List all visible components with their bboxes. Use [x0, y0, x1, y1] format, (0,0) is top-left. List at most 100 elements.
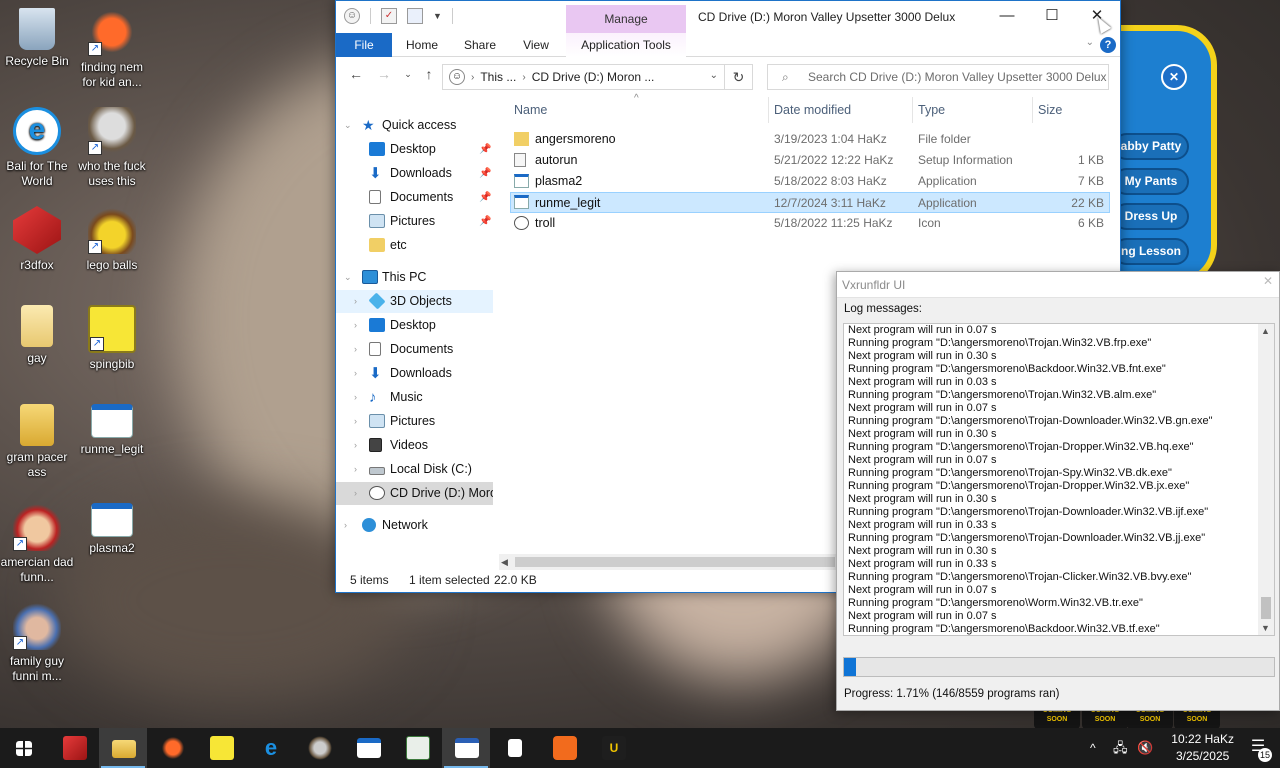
column-header-type[interactable]: Type [918, 97, 945, 123]
desktop-icon-plasma2[interactable]: plasma2 [75, 503, 149, 556]
up-arrow-icon[interactable]: ↑ [419, 66, 439, 82]
taskbar-spongebob[interactable] [197, 728, 245, 768]
expand-chevron-icon[interactable]: ⌄ [344, 266, 352, 289]
taskbar-file-explorer[interactable] [99, 728, 147, 768]
expand-chevron-icon[interactable]: › [354, 386, 357, 409]
nav-desktop[interactable]: › Desktop [336, 314, 493, 337]
scroll-left-arrow-icon[interactable]: ◀ [501, 554, 508, 570]
expand-chevron-icon[interactable]: › [354, 362, 357, 385]
file-row[interactable]: autorun 5/21/2022 12:22 HaKz Setup Infor… [510, 150, 1110, 171]
column-header-name[interactable]: Name [514, 97, 547, 123]
desktop-icon-spingbib[interactable]: ↗ spingbib [75, 305, 149, 372]
expand-chevron-icon[interactable]: › [354, 482, 357, 505]
nav-qa-pictures[interactable]: Pictures 📌 [336, 210, 493, 233]
network-icon[interactable]: 🖧 [1113, 728, 1128, 768]
nav-cd-drive[interactable]: › CD Drive (D:) Moron Valley Upsetter 30… [336, 482, 493, 505]
column-divider[interactable] [912, 97, 913, 123]
game-close-icon[interactable]: ✕ [1161, 64, 1187, 90]
pin-icon[interactable]: 📌 [479, 138, 491, 161]
log-textbox[interactable]: Next program will run in 0.07 s Running p… [843, 323, 1275, 636]
tab-file[interactable]: File [336, 33, 392, 57]
recent-locations-chevron-icon[interactable]: ⌄ [398, 69, 418, 80]
tab-application-tools[interactable]: Application Tools [566, 33, 686, 57]
expand-chevron-icon[interactable]: › [354, 410, 357, 433]
game-menu-button[interactable]: ng Lesson [1113, 238, 1189, 265]
nav-quick-access[interactable]: ⌄ ★ Quick access [336, 114, 493, 137]
column-divider[interactable] [1032, 97, 1033, 123]
desktop-icon-runme-legit[interactable]: runme_legit [75, 404, 149, 457]
tab-share[interactable]: Share [456, 33, 504, 57]
nav-3d-objects[interactable]: › 3D Objects [336, 290, 493, 313]
back-arrow-icon[interactable]: ← [346, 66, 366, 82]
breadcrumb-this-pc[interactable]: This ... [480, 70, 516, 84]
taskbar-task-manager[interactable] [393, 728, 441, 768]
expand-chevron-icon[interactable]: › [344, 514, 347, 537]
taskbar-gimp[interactable] [295, 728, 343, 768]
column-header-size[interactable]: Size [1038, 97, 1062, 123]
nav-music[interactable]: › ♪ Music [336, 386, 493, 409]
help-icon[interactable]: ? [1100, 37, 1116, 53]
desktop-icon-family-guy[interactable]: ↗ family guy funni m... [0, 602, 74, 684]
game-menu-button[interactable]: My Pants [1113, 168, 1189, 195]
start-button[interactable] [0, 728, 48, 768]
desktop-icon-amercian-dad[interactable]: ↗ amercian dad funn... [0, 503, 74, 585]
show-hidden-icons-chevron-icon[interactable]: ^ [1090, 728, 1096, 768]
nav-this-pc[interactable]: ⌄ This PC [336, 266, 493, 289]
expand-chevron-icon[interactable]: › [354, 290, 357, 313]
title-bar[interactable]: ☺ ✓ ▼ Manage CD Drive (D:) Moron Valley … [336, 1, 1120, 33]
vx-title-bar[interactable]: Vxrunfldr UI [837, 272, 1279, 298]
taskbar-finding-nem[interactable] [148, 728, 196, 768]
desktop-icon-bali[interactable]: e Bali for The World [0, 107, 74, 189]
nav-network[interactable]: › Network [336, 514, 493, 537]
column-header-date[interactable]: Date modified [774, 97, 851, 123]
new-folder-icon[interactable] [407, 8, 423, 24]
nav-videos[interactable]: › Videos [336, 434, 493, 457]
pin-icon[interactable]: 📌 [479, 162, 491, 185]
desktop-icon-gay[interactable]: gay [0, 305, 74, 366]
nav-downloads[interactable]: › ⬇ Downloads [336, 362, 493, 385]
nav-qa-downloads[interactable]: ⬇ Downloads 📌 [336, 162, 493, 185]
column-divider[interactable] [768, 97, 769, 123]
address-dropdown-chevron-icon[interactable]: ⌄ [710, 70, 718, 81]
minimize-icon[interactable]: — [984, 1, 1030, 33]
scroll-up-arrow-icon[interactable]: ▲ [1261, 326, 1270, 336]
expand-chevron-icon[interactable]: › [354, 458, 357, 481]
expand-ribbon-chevron-icon[interactable]: ⌄ [1086, 37, 1094, 48]
desktop-icon-lego-balls[interactable]: ↗ lego balls [75, 206, 149, 273]
taskbar-files[interactable] [491, 728, 539, 768]
expand-chevron-icon[interactable]: › [354, 434, 357, 457]
pin-icon[interactable]: 📌 [479, 210, 491, 233]
tab-manage[interactable]: Manage [566, 5, 686, 33]
scroll-down-arrow-icon[interactable]: ▼ [1261, 623, 1270, 633]
tab-home[interactable]: Home [398, 33, 446, 57]
nav-documents[interactable]: › Documents [336, 338, 493, 361]
customize-toolbar-chevron-icon[interactable]: ▼ [433, 11, 442, 21]
desktop-icon-gimp[interactable]: ↗ who the fuck uses this [75, 107, 149, 189]
file-row[interactable]: angersmoreno 3/19/2023 1:04 HaKz File fo… [510, 129, 1110, 150]
maximize-icon[interactable]: ☐ [1029, 1, 1075, 33]
scrollbar-thumb[interactable] [1261, 597, 1271, 619]
expand-chevron-icon[interactable]: › [354, 314, 357, 337]
pin-icon[interactable]: 📌 [479, 186, 491, 209]
close-icon[interactable]: ✕ [1263, 274, 1273, 288]
game-menu-button[interactable]: abby Patty [1113, 133, 1189, 160]
expand-chevron-icon[interactable]: ⌄ [344, 114, 352, 137]
file-row-selected[interactable]: runme_legit 12/7/2024 3:11 HaKz Applicat… [510, 192, 1110, 213]
desktop-icon-gram-pacer[interactable]: gram pacer ass [0, 404, 74, 480]
properties-icon[interactable]: ✓ [381, 8, 397, 24]
scrollbar-thumb[interactable] [515, 557, 835, 567]
nav-qa-etc[interactable]: etc [336, 234, 493, 257]
vertical-scrollbar[interactable]: ▲ ▼ [1258, 324, 1274, 635]
game-menu-button[interactable]: Dress Up [1113, 203, 1189, 230]
taskbar-internet-explorer[interactable]: e [246, 728, 294, 768]
refresh-icon[interactable]: ↻ [725, 64, 753, 90]
taskbar-vxrunfldr[interactable] [442, 728, 490, 768]
nav-local-disk[interactable]: › Local Disk (C:) [336, 458, 493, 481]
file-row[interactable]: plasma2 5/18/2022 8:03 HaKz Application … [510, 171, 1110, 192]
desktop-icon-r3dfox[interactable]: r3dfox [0, 206, 74, 273]
forward-arrow-icon[interactable]: → [374, 66, 394, 82]
taskbar-application[interactable] [344, 728, 392, 768]
horizontal-scrollbar[interactable]: ◀ [499, 554, 839, 570]
address-bar[interactable]: ☺ › This ... › CD Drive (D:) Moron ... ⌄ [442, 64, 725, 90]
nav-qa-desktop[interactable]: Desktop 📌 [336, 138, 493, 161]
